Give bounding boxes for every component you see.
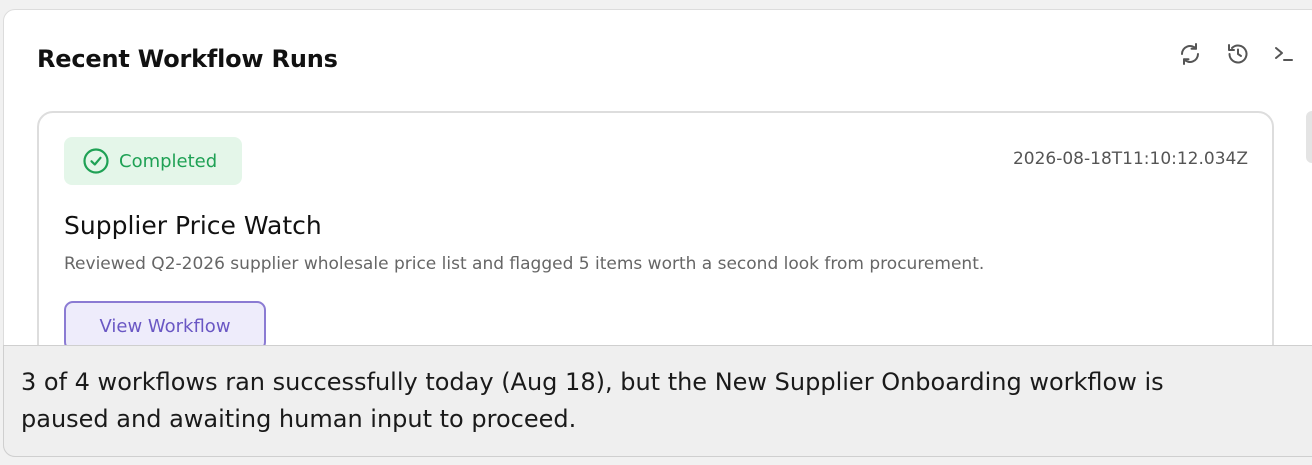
summary-bar: 3 of 4 workflows ran successfully today … <box>3 345 1312 457</box>
view-workflow-button[interactable]: View Workflow <box>64 301 266 351</box>
summary-text: 3 of 4 workflows ran successfully today … <box>21 368 1164 433</box>
terminal-icon[interactable] <box>1271 41 1297 67</box>
panel-title: Recent Workflow Runs <box>37 45 338 73</box>
run-description: Reviewed Q2-2026 supplier wholesale pric… <box>64 254 985 274</box>
status-badge: Completed <box>64 137 242 185</box>
scrollbar-thumb[interactable] <box>1306 111 1312 163</box>
run-title: Supplier Price Watch <box>64 211 322 240</box>
refresh-icon[interactable] <box>1177 41 1203 67</box>
run-timestamp: 2026-08-18T11:10:12.034Z <box>1012 149 1248 169</box>
check-circle-icon <box>83 148 109 174</box>
status-label: Completed <box>119 150 218 172</box>
history-icon[interactable] <box>1225 41 1251 67</box>
